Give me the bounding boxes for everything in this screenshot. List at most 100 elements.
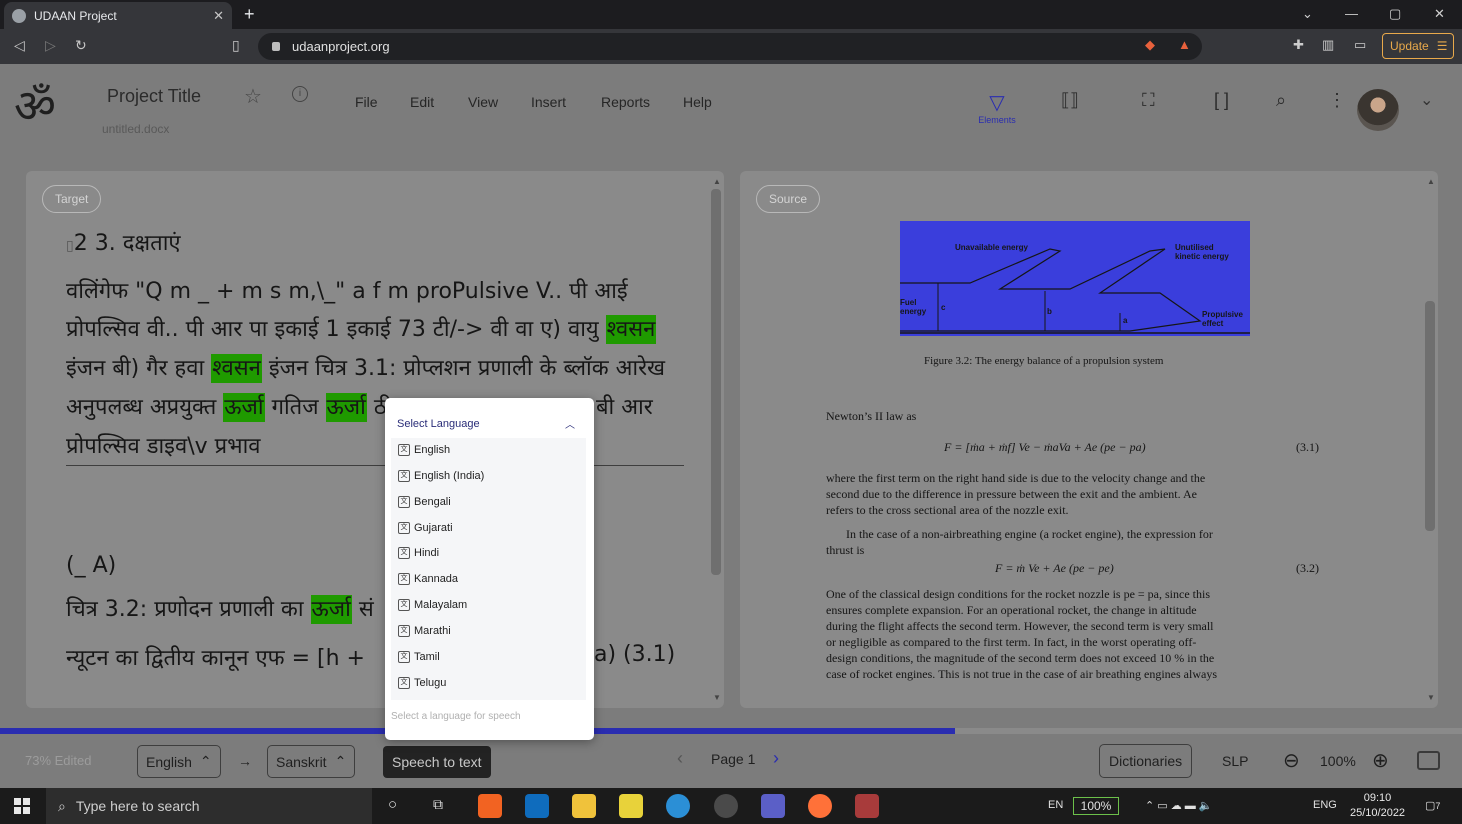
highlighted-word[interactable]: श्वसन [211, 354, 262, 383]
dropdown-header[interactable]: Select Language [397, 418, 480, 430]
menu-view[interactable]: View [468, 94, 498, 110]
highlighted-word[interactable]: श्वसन [605, 315, 657, 344]
fullscreen-icon[interactable]: [ ] [1214, 90, 1229, 111]
scroll-up-icon[interactable]: ▲ [1427, 177, 1435, 186]
maximize-button[interactable]: ▢ [1389, 6, 1401, 22]
speech-to-text-button[interactable]: Speech to text [383, 746, 491, 778]
menu-file[interactable]: File [355, 94, 378, 110]
zoom-in-icon[interactable]: ⊕ [1372, 748, 1389, 773]
star-icon[interactable]: ☆ [244, 84, 262, 109]
target-language-select[interactable]: Sanskrit ⌃ [267, 745, 356, 778]
avatar[interactable] [1357, 89, 1399, 131]
input-language[interactable]: EN [1048, 799, 1063, 811]
language-dropdown[interactable]: Select Language ︿ 文 English 文 English (Ind… [385, 398, 594, 740]
target-line[interactable]: अनुपलब्ध अप्रयुक्त ऊर्जा गतिज ऊर्जा ठी [66, 391, 392, 422]
crop-icon[interactable]: ⛶ [1142, 90, 1155, 111]
elements-button[interactable]: ▽ Elements [975, 90, 1019, 125]
task-view-icon[interactable]: ⧉ [433, 796, 443, 813]
language-option[interactable]: 文 Malayalam [398, 599, 467, 611]
highlighted-word[interactable]: ऊर्जा [310, 595, 352, 624]
app-logo[interactable]: ॐ [14, 74, 56, 136]
scroll-down-icon[interactable]: ▼ [1427, 693, 1435, 702]
search-icon[interactable]: ⌕ [1276, 90, 1286, 111]
tab-search-icon[interactable]: ⌄ [1302, 6, 1313, 22]
source-language-select[interactable]: English ⌃ [137, 745, 221, 778]
target-pane[interactable]: Target ▲ ▼ ▯2 3. दक्षताएं वलिंगेफ "Q m _… [26, 171, 724, 708]
source-pane[interactable]: Source ▲ ▼ Unavailable energy Unutilised… [740, 171, 1438, 708]
language-option[interactable]: 文 Tamil [398, 651, 440, 663]
menu-reports[interactable]: Reports [601, 94, 650, 110]
close-window-button[interactable]: ✕ [1434, 6, 1445, 22]
menu-help[interactable]: Help [683, 94, 712, 110]
target-line[interactable]: (_ A) [66, 553, 116, 578]
battery-indicator[interactable]: 100% [1073, 797, 1119, 815]
target-line[interactable]: ▯2 3. दक्षताएं [66, 227, 181, 257]
minimize-button[interactable]: — [1345, 6, 1358, 21]
settings-icon[interactable] [714, 794, 738, 818]
language-option[interactable]: 文 Hindi [398, 547, 439, 559]
target-line[interactable]: प्रोपल्सिव वी.. पी आर पा इकाई 1 इकाई 73 … [66, 313, 657, 344]
target-line[interactable]: इंजन बी) गैर हवा श्वसन इंजन चित्र 3.1: प… [66, 352, 665, 383]
forward-icon[interactable]: ▷ [45, 37, 56, 54]
target-line[interactable]: चित्र 3.2: प्रणोदन प्रणाली का ऊर्जा सं [66, 593, 374, 624]
clock[interactable]: 09:10 25/10/2022 [1350, 791, 1405, 821]
figma-icon[interactable] [855, 794, 879, 818]
file-explorer-icon[interactable] [572, 794, 596, 818]
project-title[interactable]: Project Title [107, 86, 201, 107]
language-option[interactable]: 文 Bengali [398, 496, 451, 508]
sticky-notes-icon[interactable] [619, 794, 643, 818]
scroll-up-icon[interactable]: ▲ [713, 177, 721, 186]
zoom-out-icon[interactable]: ⊖ [1283, 748, 1300, 773]
source-scrollbar[interactable] [1425, 301, 1435, 531]
menu-insert[interactable]: Insert [531, 94, 566, 110]
split-view-icon[interactable]: ⟦⟧ [1061, 90, 1079, 111]
scroll-down-icon[interactable]: ▼ [713, 693, 721, 702]
highlighted-word[interactable]: ऊर्जा [325, 393, 367, 422]
prev-page-icon[interactable]: ‹ [677, 748, 683, 769]
target-line[interactable]: प्रोपल्सिव डाइव\v प्रभाव [66, 430, 261, 460]
teams-icon[interactable] [761, 794, 785, 818]
language-option[interactable]: 文 Telugu [398, 677, 446, 689]
target-line[interactable]: बी आर [596, 391, 653, 421]
brave-browser-icon[interactable] [478, 794, 502, 818]
tray-icons[interactable]: ⌃ ▭ ☁ ▬ 🔈 [1145, 799, 1213, 812]
update-button[interactable]: Update ☰ [1382, 33, 1454, 59]
language-option[interactable]: 文 English [398, 444, 450, 456]
close-tab-icon[interactable]: ✕ [213, 8, 224, 24]
brave-shield-icon[interactable]: ◆ [1145, 37, 1155, 53]
address-bar[interactable]: udaanproject.org [258, 33, 1202, 60]
arduino-icon[interactable] [666, 794, 690, 818]
more-options-icon[interactable]: ⋮ [1328, 90, 1346, 111]
taskbar-search[interactable]: ⌕ Type here to search [46, 788, 372, 824]
language-option[interactable]: 文 Gujarati [398, 522, 453, 534]
brave-rewards-icon[interactable]: ▲ [1178, 37, 1191, 52]
reload-icon[interactable]: ↻ [75, 37, 87, 54]
target-line[interactable]: a) (3.1) [594, 642, 675, 667]
bookmark-icon[interactable]: ▯ [232, 37, 240, 54]
slp-button[interactable]: SLP [1222, 753, 1248, 769]
dictionaries-button[interactable]: Dictionaries [1099, 744, 1193, 778]
highlighted-word[interactable]: ऊर्जा [223, 393, 265, 422]
outlook-icon[interactable] [525, 794, 549, 818]
windows-start-icon[interactable] [14, 798, 30, 814]
target-line[interactable]: वलिंगेफ "Q m _ + m s m,\_" a f m proPuls… [66, 275, 628, 305]
browser-tab[interactable]: UDAAN Project ✕ [4, 2, 232, 29]
keyboard-language[interactable]: ENG [1313, 799, 1337, 811]
language-option[interactable]: 文 Kannada [398, 573, 458, 585]
new-tab-button[interactable]: + [244, 4, 255, 25]
cortana-icon[interactable]: ○ [388, 796, 397, 813]
extensions-icon[interactable]: ✚ [1293, 37, 1304, 53]
firefox-icon[interactable] [808, 794, 832, 818]
chevron-down-icon[interactable]: ⌄ [1420, 90, 1433, 110]
wallet-icon[interactable]: ▭ [1354, 37, 1366, 53]
fit-screen-icon[interactable] [1417, 751, 1440, 770]
language-option[interactable]: 文 English (India) [398, 470, 484, 482]
back-icon[interactable]: ◁ [14, 37, 25, 54]
sidebar-icon[interactable]: ▥ [1322, 37, 1334, 53]
next-page-icon[interactable]: › [773, 748, 779, 769]
language-option[interactable]: 文 Marathi [398, 625, 451, 637]
target-line[interactable]: न्यूटन का द्वितीय कानून एफ = [h + [66, 642, 365, 672]
menu-edit[interactable]: Edit [410, 94, 434, 110]
info-icon[interactable]: i [292, 86, 308, 102]
notification-icon[interactable]: ▢7 [1425, 799, 1440, 812]
